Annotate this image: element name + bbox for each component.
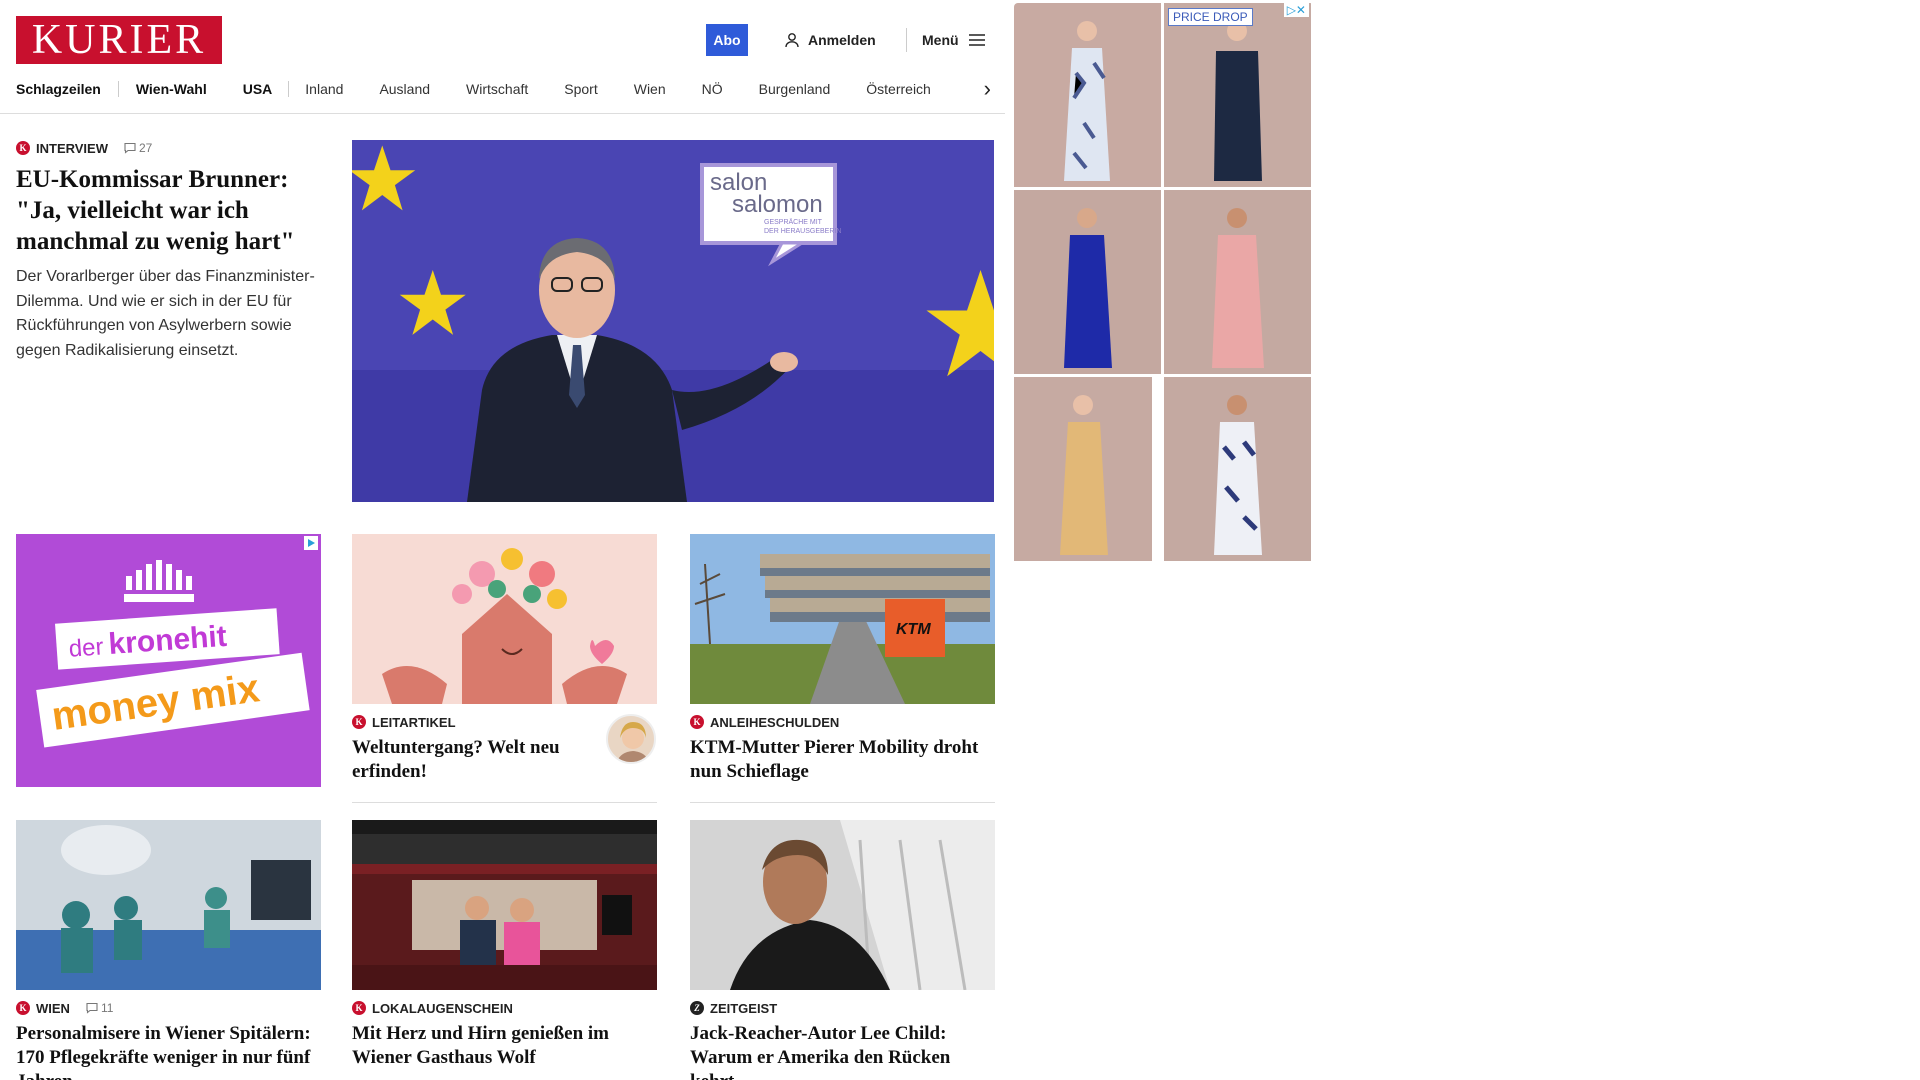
ad-product-image[interactable] xyxy=(1014,3,1161,187)
nav-divider xyxy=(0,113,1005,114)
nav-item-sport[interactable]: Sport xyxy=(564,81,597,97)
nav-item-schlagzeilen[interactable]: Schlagzeilen xyxy=(16,81,101,97)
kurier-k-icon: K xyxy=(352,715,366,729)
card-title[interactable]: Personalmisere in Wiener Spitälern: 170 … xyxy=(16,1022,321,1080)
row-divider xyxy=(690,802,995,803)
nav-item-wien-wahl[interactable]: Wien-Wahl xyxy=(136,81,207,97)
article-card[interactable]: K WIEN 11 Personalmisere in Wiener Spitä… xyxy=(16,820,321,1080)
comment-count[interactable]: 11 xyxy=(86,1001,113,1015)
adchoices-icon[interactable]: ▷✕ xyxy=(1283,3,1309,17)
hospital-surgery-photo xyxy=(16,820,321,990)
hamburger-icon xyxy=(968,34,985,46)
card-kicker: z ZEITGEIST xyxy=(690,1000,995,1016)
hero-illustration: salon salomon GESPRÄCHE MIT DER HERAUSGE… xyxy=(352,140,994,502)
kronehit-ad-art: der kronehit money mix xyxy=(16,534,321,787)
article-image[interactable]: KTM xyxy=(690,534,995,704)
section-nav: Schlagzeilen Wien-Wahl USA Inland Auslan… xyxy=(16,78,991,100)
card-title[interactable]: Weltuntergang? Welt neu erfinden! xyxy=(352,736,582,784)
lead-title[interactable]: EU-Kommissar Brunner: "Ja, vielleicht wa… xyxy=(16,164,321,257)
lead-teaser: Der Vorarlberger über das Finanzminister… xyxy=(16,268,315,359)
lead-kicker: K INTERVIEW 27 xyxy=(16,140,321,156)
lead-story[interactable]: K INTERVIEW 27 EU-Kommissar Brunner: "Ja… xyxy=(16,140,321,363)
card-kicker: K ANLEIHESCHULDEN xyxy=(690,714,995,730)
card-kicker-label: LEITARTIKEL xyxy=(372,714,456,730)
badge-sub1: GESPRÄCHE MIT xyxy=(764,218,823,226)
page: { "header": { "logo": "KURIER", "abo_lab… xyxy=(0,0,1920,1080)
nav-item-usa[interactable]: USA xyxy=(243,81,273,97)
ad-product-image[interactable] xyxy=(1014,377,1152,561)
kurier-k-icon: K xyxy=(16,141,30,155)
card-kicker-label: LOKALAUGENSCHEIN xyxy=(372,1000,513,1016)
author-avatar xyxy=(606,714,656,764)
nav-item-oesterreich[interactable]: Österreich xyxy=(866,81,931,97)
menu-button[interactable]: Menü xyxy=(922,26,985,54)
ad-line1a: der xyxy=(68,633,104,662)
ktm-sign: KTM xyxy=(896,621,931,638)
chevron-right-icon[interactable]: › xyxy=(984,78,991,100)
menu-label: Menü xyxy=(922,32,959,48)
comment-count-value: 11 xyxy=(100,1001,114,1015)
card-title[interactable]: KTM-Mutter Pierer Mobility droht nun Sch… xyxy=(690,736,995,784)
login-button[interactable]: Anmelden xyxy=(784,26,876,54)
ad-product-image[interactable] xyxy=(1014,190,1161,374)
kurier-logo[interactable]: KURIER xyxy=(16,16,222,64)
nav-separator xyxy=(117,81,119,97)
lead-hero-image[interactable]: salon salomon GESPRÄCHE MIT DER HERAUSGE… xyxy=(352,140,994,502)
article-card[interactable]: K LEITARTIKEL Weltuntergang? Welt neu er… xyxy=(352,534,657,784)
nav-item-wirtschaft[interactable]: Wirtschaft xyxy=(466,81,528,97)
ad-product-image[interactable] xyxy=(1164,190,1311,374)
row-divider xyxy=(352,802,657,803)
comment-icon xyxy=(86,1002,98,1014)
header-divider xyxy=(906,28,907,52)
card-kicker: K WIEN 11 xyxy=(16,1000,321,1016)
lead-kicker-label: INTERVIEW xyxy=(36,140,108,156)
nav-item-inland[interactable]: Inland xyxy=(305,81,343,97)
badge-line2: salomon xyxy=(732,191,823,218)
article-image[interactable] xyxy=(352,820,657,990)
card-kicker-label: WIEN xyxy=(36,1000,70,1016)
card-title[interactable]: Mit Herz und Hirn genießen im Wiener Gas… xyxy=(352,1022,657,1070)
kronehit-ad[interactable]: der kronehit money mix xyxy=(16,534,321,787)
card-kicker: K LOKALAUGENSCHEIN xyxy=(352,1000,657,1016)
article-card[interactable]: K LOKALAUGENSCHEIN Mit Herz und Hirn gen… xyxy=(352,820,657,1070)
article-image[interactable] xyxy=(690,820,995,990)
card-title[interactable]: Jack-Reacher-Autor Lee Child: Warum er A… xyxy=(690,1022,995,1080)
nav-item-burgenland[interactable]: Burgenland xyxy=(759,81,831,97)
nav-item-noe[interactable]: NÖ xyxy=(702,81,723,97)
login-label: Anmelden xyxy=(808,32,876,48)
abo-button[interactable]: Abo xyxy=(706,24,748,56)
card-kicker-label: ANLEIHESCHULDEN xyxy=(710,714,840,730)
nav-item-wien[interactable]: Wien xyxy=(634,81,666,97)
card-kicker-label: ZEITGEIST xyxy=(710,1000,778,1016)
price-drop-tag: PRICE DROP xyxy=(1168,8,1253,26)
ktm-building-photo: KTM xyxy=(690,534,995,704)
comment-icon xyxy=(124,142,136,154)
user-icon xyxy=(785,33,799,48)
dress-ad[interactable]: PRICE DROP ▷✕ DB xyxy=(1014,3,1314,566)
nav-item-ausland[interactable]: Ausland xyxy=(379,81,430,97)
badge-sub2: DER HERAUSGEBERIN xyxy=(764,228,841,235)
gasthaus-bar-photo xyxy=(352,820,657,990)
ad-product-image[interactable] xyxy=(1164,377,1311,561)
nav-separator xyxy=(288,81,290,97)
lee-child-portrait xyxy=(690,820,995,990)
comment-count[interactable]: 27 xyxy=(124,141,152,155)
flower-head-illustration xyxy=(352,534,657,704)
kurier-k-icon: K xyxy=(16,1001,30,1015)
article-card[interactable]: z ZEITGEIST Jack-Reacher-Autor Lee Child… xyxy=(690,820,995,1080)
kurier-k-icon: K xyxy=(352,1001,366,1015)
ad-product-image[interactable]: PRICE DROP ▷✕ xyxy=(1164,3,1311,187)
zeitgeist-icon: z xyxy=(690,1001,704,1015)
kurier-k-icon: K xyxy=(690,715,704,729)
comment-count-value: 27 xyxy=(139,141,153,155)
article-image[interactable] xyxy=(16,820,321,990)
article-card[interactable]: KTM K ANLEIHESCHULDEN KTM-Mutter Pierer … xyxy=(690,534,995,784)
article-image[interactable] xyxy=(352,534,657,704)
